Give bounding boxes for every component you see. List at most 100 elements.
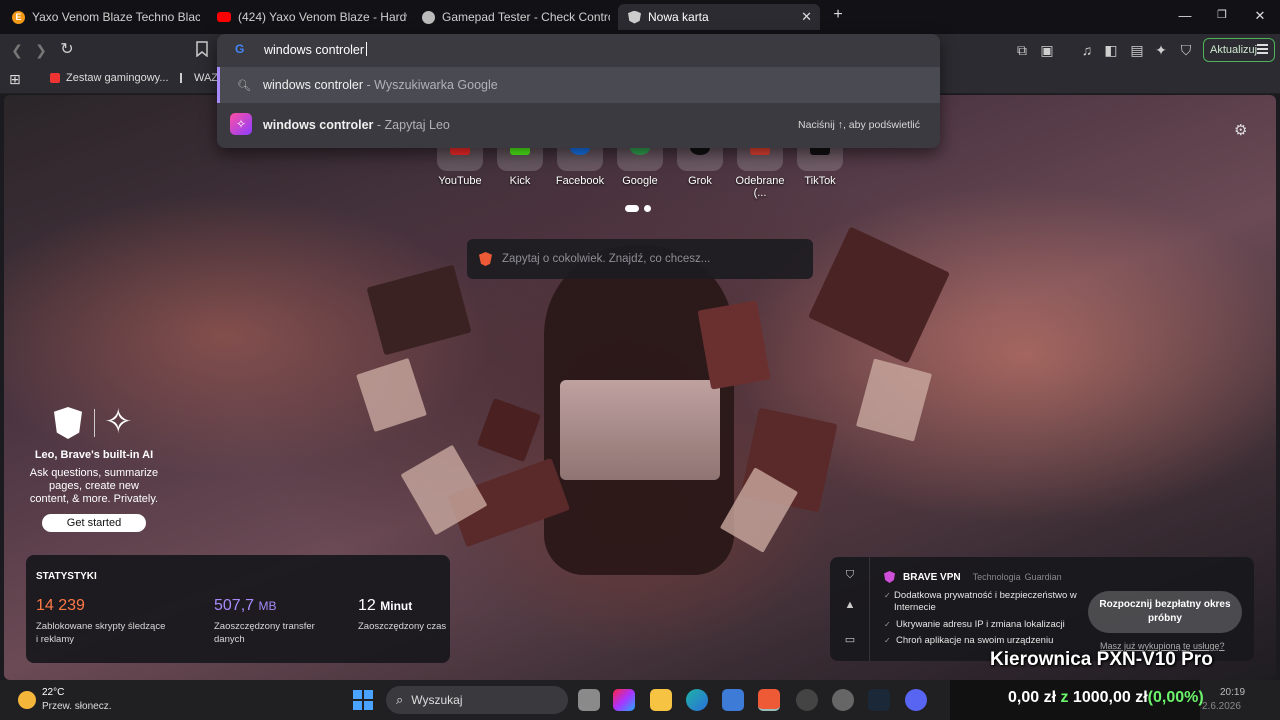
- stat-unit: MB: [258, 599, 277, 613]
- tab-3[interactable]: Gamepad Tester - Check Controllers: [422, 4, 610, 30]
- search-icon: ⌕: [396, 692, 404, 707]
- close-window-button[interactable]: ✕: [1250, 8, 1270, 24]
- store-icon[interactable]: [722, 689, 744, 711]
- start-trial-button[interactable]: Rozpocznij bezpłatny okres próbny: [1088, 591, 1242, 633]
- leo-title: Leo, Brave's built-in AI: [34, 449, 154, 461]
- top-site-label: Kick: [509, 175, 531, 187]
- stat-value: 14 239: [36, 597, 85, 614]
- guardian-label: Guardian: [1024, 572, 1062, 582]
- bookmark-item[interactable]: WAZ: [180, 72, 218, 84]
- ntp-search-box[interactable]: Zapytaj o cokolwiek. Znajdź, co chcesz..…: [467, 239, 813, 279]
- vpn-header: BRAVE VPN Technologia Guardian: [884, 571, 1062, 583]
- tab-1[interactable]: E Yaxo Venom Blaze Techno Black do P: [12, 4, 200, 30]
- suggestion-text: windows controler - Zapytaj Leo: [263, 118, 450, 132]
- check-icon: ✓: [884, 591, 891, 600]
- vpn-shield-icon: [884, 571, 895, 583]
- brave-icon[interactable]: [758, 689, 780, 711]
- suggestion-google[interactable]: 🔍︎ windows controler - Wyszukiwarka Goog…: [217, 67, 940, 103]
- screenshot-icon[interactable]: ▣: [1038, 41, 1056, 59]
- media-icon[interactable]: ♫: [1078, 41, 1096, 59]
- steam-icon[interactable]: [868, 689, 890, 711]
- stat-value: 12: [358, 597, 376, 614]
- omnibox[interactable]: G windows controler: [217, 34, 940, 66]
- background-book: [476, 397, 542, 463]
- stats-widget: STATYSTYKI 14 239 Zablokowane skrypty śl…: [26, 555, 450, 663]
- top-site-label: Grok: [688, 175, 712, 187]
- get-started-button[interactable]: Get started: [42, 514, 146, 532]
- background-page: [356, 357, 427, 433]
- clock-date[interactable]: 2.6.2026: [1202, 701, 1241, 712]
- update-button[interactable]: Aktualizuj: [1203, 38, 1275, 62]
- menu-icon: [1257, 44, 1268, 54]
- discord-icon[interactable]: [905, 689, 927, 711]
- stat-label: Zaoszczędzony transfer danych: [214, 621, 315, 645]
- stat-unit: Minut: [380, 599, 413, 613]
- check-icon: ✓: [884, 636, 891, 645]
- tab-title: Nowa karta: [648, 10, 709, 24]
- page-dot-active[interactable]: [625, 205, 639, 212]
- gear-icon[interactable]: ⚙: [1234, 121, 1247, 139]
- leo-icon[interactable]: ✦: [1152, 41, 1170, 59]
- search-placeholder: Zapytaj o cokolwiek. Znajdź, co chcesz..…: [502, 253, 711, 265]
- search-icon: 🔍︎: [237, 79, 251, 92]
- task-view-icon[interactable]: [578, 689, 600, 711]
- leo-icon: ✧: [230, 113, 252, 135]
- file-explorer-icon[interactable]: [650, 689, 672, 711]
- minimize-button[interactable]: —: [1175, 8, 1195, 23]
- vpn-feature: ✓ Ukrywanie adresu IP i zmiana lokalizac…: [884, 619, 1065, 631]
- suggestion-leo[interactable]: ✧ windows controler - Zapytaj Leo Naciśn…: [217, 107, 940, 143]
- stat-bandwidth: 507,7 MB Zaoszczędzony transfer danych: [214, 597, 344, 646]
- tab-title: Yaxo Venom Blaze Techno Black do P: [32, 10, 200, 24]
- page-dot[interactable]: [644, 205, 651, 212]
- edge-icon[interactable]: [686, 689, 708, 711]
- obs-icon[interactable]: [796, 689, 818, 711]
- tab-2[interactable]: (424) Yaxo Venom Blaze - Hardware: [217, 4, 407, 30]
- tab-active[interactable]: Nowa karta ✕: [618, 4, 820, 30]
- suggestion-hint: Naciśnij ↑, aby podświetlić: [798, 119, 920, 131]
- forward-icon[interactable]: ❯: [32, 41, 50, 59]
- back-icon[interactable]: ❮: [8, 41, 26, 59]
- vpn-feature-text: Ukrywanie adresu IP i zmiana lokalizacji: [896, 619, 1065, 630]
- vpn-icon[interactable]: ⛉: [1177, 41, 1195, 59]
- bookmark-icon[interactable]: [193, 41, 211, 59]
- sidebar-icon[interactable]: ◧: [1102, 41, 1120, 59]
- wallet-icon[interactable]: ▤: [1128, 41, 1146, 59]
- weather-desc: Przew. słonecz.: [42, 701, 112, 712]
- weather-sun-icon[interactable]: [18, 691, 36, 709]
- leo-star-icon: ✧: [104, 403, 133, 441]
- ticket-icon[interactable]: ▭: [843, 633, 857, 647]
- recorder-icon[interactable]: [832, 689, 854, 711]
- vpn-title: BRAVE VPN: [903, 571, 961, 583]
- apps-icon[interactable]: ⊞: [9, 71, 21, 88]
- vpn-feature-text: Chroń aplikacje na swoim urządzeniu: [896, 635, 1054, 646]
- triangle-icon[interactable]: ▲: [843, 599, 857, 613]
- shield-icon[interactable]: ⛉: [843, 569, 857, 583]
- stats-title: STATYSTYKI: [36, 571, 97, 582]
- close-icon[interactable]: ✕: [801, 9, 812, 25]
- top-site-label: YouTube: [438, 175, 482, 187]
- bookmark-item[interactable]: Zestaw gamingowy...: [50, 72, 169, 84]
- top-site-label: Facebook: [555, 175, 605, 187]
- copilot-icon[interactable]: [613, 689, 635, 711]
- new-tab-button[interactable]: +: [828, 6, 848, 24]
- leo-description: Ask questions, summarize pages, create n…: [29, 467, 159, 505]
- stat-trackers: 14 239 Zablokowane skrypty śledzące i re…: [36, 597, 166, 646]
- donation-ticker: 0,00 zł z 1000,00 zł(0,00%): [950, 680, 1204, 720]
- omnibox-dropdown: G windows controler 🔍︎ windows controler…: [217, 34, 940, 148]
- reload-icon[interactable]: ↻: [58, 41, 76, 59]
- taskbar-search[interactable]: ⌕ Wyszukaj: [386, 686, 568, 714]
- bookmark-label: WAZ: [194, 72, 219, 84]
- vpn-feature-text: Dodatkowa prywatność i bezpieczeństwo w …: [894, 590, 1077, 613]
- widget-sidebar: ⛉ ▲ ▭: [830, 557, 870, 661]
- omnibox-input[interactable]: windows controler: [264, 42, 368, 57]
- youtube-icon: [217, 12, 231, 22]
- e-icon: E: [12, 10, 25, 24]
- background-page: [855, 358, 933, 442]
- start-button[interactable]: [353, 690, 373, 710]
- extensions-icon[interactable]: ⧉: [1013, 41, 1031, 59]
- divider: [94, 409, 95, 437]
- donation-text: 0,00 zł z 1000,00 zł(0,00%): [1008, 689, 1204, 706]
- stat-time: 12 Minut Zaoszczędzony czas: [358, 597, 448, 633]
- restore-button[interactable]: ❐: [1212, 8, 1232, 21]
- clock-time[interactable]: 20:19: [1220, 687, 1245, 698]
